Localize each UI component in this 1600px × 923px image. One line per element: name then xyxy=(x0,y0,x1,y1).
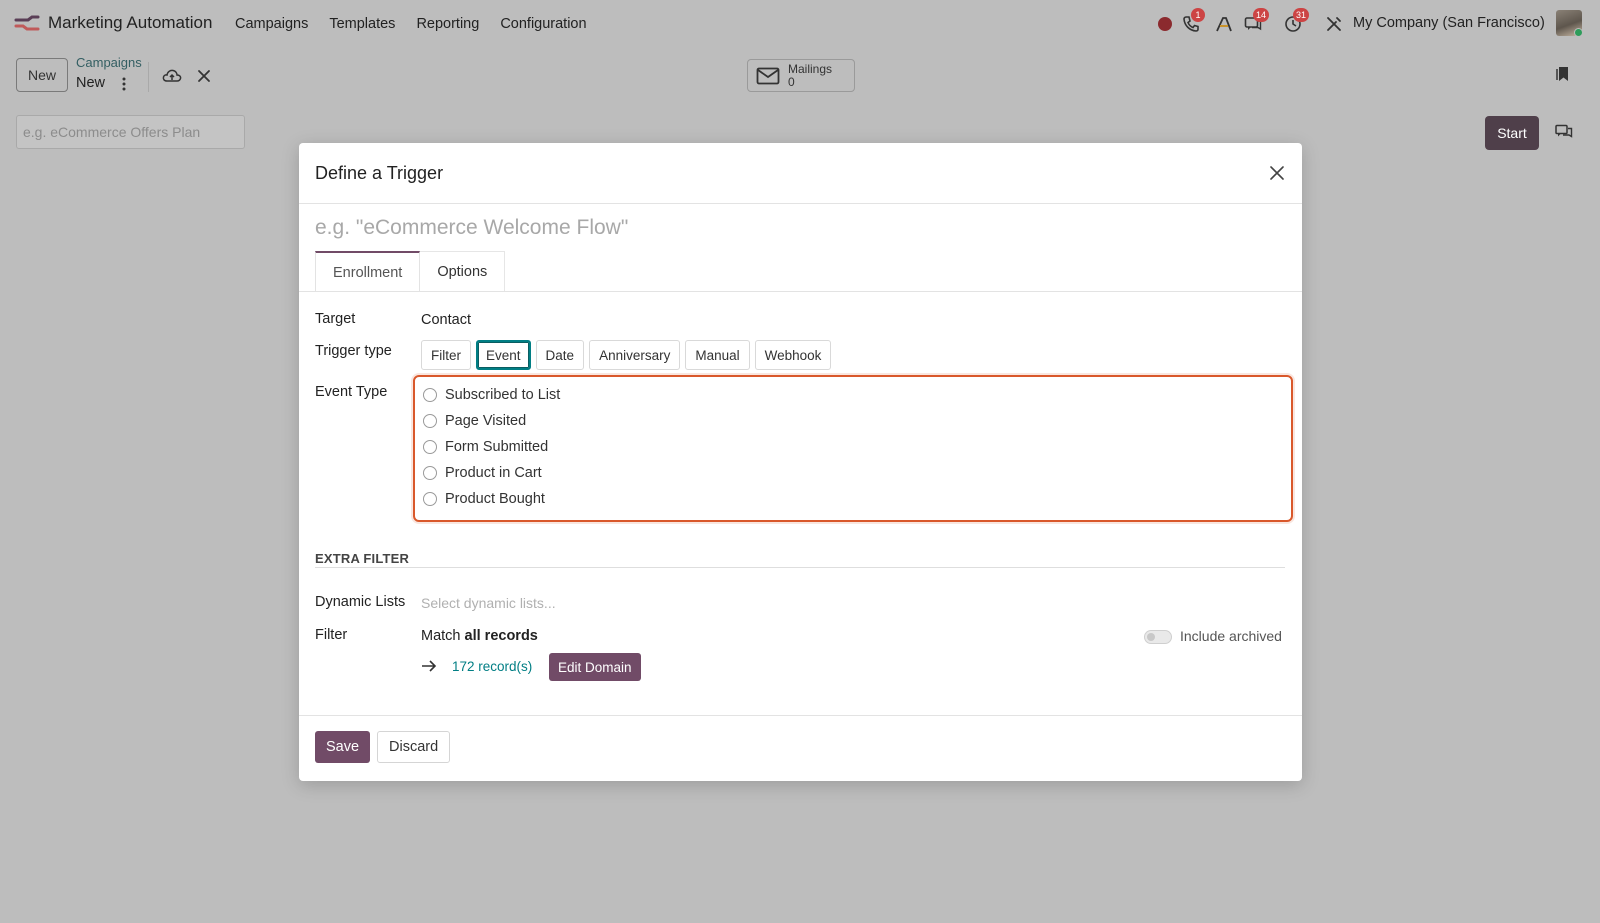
chatter-icon[interactable] xyxy=(1555,124,1573,140)
radio-button[interactable] xyxy=(423,388,437,402)
menu-item-reporting[interactable]: Reporting xyxy=(416,16,479,32)
menu-item-campaigns[interactable]: Campaigns xyxy=(235,16,308,32)
dynamic-lists-input[interactable]: Select dynamic lists... xyxy=(421,595,556,611)
section-divider xyxy=(315,567,1285,568)
messages-badge: 14 xyxy=(1253,8,1270,22)
event-option-product-in-cart[interactable]: Product in Cart xyxy=(423,463,542,483)
domain-summary: Match all records xyxy=(421,628,538,644)
define-trigger-dialog: Define a Trigger Enrollment Options Targ… xyxy=(299,143,1302,781)
tools-icon[interactable] xyxy=(1324,14,1344,34)
match-scope: all records xyxy=(464,628,538,644)
trigger-type-selector: Filter Event Date Anniversary Manual Web… xyxy=(421,340,832,370)
phone-badge: 1 xyxy=(1191,8,1205,22)
online-status-dot xyxy=(1574,28,1583,37)
breadcrumb-campaigns[interactable]: Campaigns xyxy=(76,55,142,70)
ai-icon[interactable] xyxy=(1214,14,1234,34)
save-cloud-icon[interactable] xyxy=(162,68,182,84)
include-archived-toggle[interactable] xyxy=(1144,630,1172,644)
trigger-type-date[interactable]: Date xyxy=(535,340,585,370)
trigger-type-webhook[interactable]: Webhook xyxy=(754,340,832,370)
event-option-form-submitted[interactable]: Form Submitted xyxy=(423,437,548,457)
breadcrumb-current: New xyxy=(76,75,106,91)
activities-badge: 31 xyxy=(1293,8,1310,22)
trigger-type-manual[interactable]: Manual xyxy=(685,340,750,370)
new-record-button[interactable]: New xyxy=(16,58,68,92)
menu-item-configuration[interactable]: Configuration xyxy=(500,16,586,32)
arrow-right-icon xyxy=(422,660,437,672)
dialog-header: Define a Trigger xyxy=(299,143,1302,204)
mailings-smart-button[interactable]: Mailings 0 xyxy=(747,59,855,92)
start-button[interactable]: Start xyxy=(1485,116,1539,150)
dynamic-lists-label: Dynamic Lists xyxy=(315,594,406,610)
trigger-type-filter[interactable]: Filter xyxy=(421,340,471,370)
dialog-title: Define a Trigger xyxy=(315,163,444,183)
target-label: Target xyxy=(315,311,356,327)
extra-filter-title: EXTRA FILTER xyxy=(315,551,410,566)
control-divider xyxy=(148,62,149,92)
include-archived-label: Include archived xyxy=(1180,628,1282,644)
radio-button[interactable] xyxy=(423,440,437,454)
event-option-label: Product in Cart xyxy=(445,465,542,481)
menu-item-templates[interactable]: Templates xyxy=(329,16,395,32)
radio-button[interactable] xyxy=(423,466,437,480)
messages-icon[interactable]: 14 xyxy=(1243,8,1270,34)
save-button[interactable]: Save xyxy=(315,731,371,763)
target-value: Contact xyxy=(421,312,471,328)
edit-domain-button[interactable]: Edit Domain xyxy=(549,653,641,681)
event-option-subscribed[interactable]: Subscribed to List xyxy=(423,385,560,405)
dialog-tabs: Enrollment Options xyxy=(315,251,506,291)
event-option-label: Subscribed to List xyxy=(445,387,561,403)
footer-divider xyxy=(299,715,1302,716)
campaign-name-input[interactable] xyxy=(16,115,245,149)
event-type-label: Event Type xyxy=(315,384,388,400)
main-menu: Campaigns Templates Reporting Configurat… xyxy=(235,16,587,32)
app-name[interactable]: Marketing Automation xyxy=(48,13,212,33)
phone-icon[interactable]: 1 xyxy=(1181,8,1205,34)
discard-changes-icon[interactable] xyxy=(197,69,211,83)
tabs-divider xyxy=(299,291,1302,292)
event-option-label: Page Visited xyxy=(445,413,527,429)
envelope-icon xyxy=(756,67,780,84)
record-status-icon[interactable] xyxy=(1155,14,1175,34)
trigger-type-anniversary[interactable]: Anniversary xyxy=(589,340,681,370)
mailings-label: Mailings xyxy=(788,61,833,76)
records-count-link[interactable]: 172 record(s) xyxy=(452,659,532,674)
company-switcher[interactable]: My Company (San Francisco) xyxy=(1353,15,1545,31)
trigger-name-input[interactable] xyxy=(315,211,1285,245)
actions-menu-icon[interactable] xyxy=(120,76,128,92)
trigger-type-label: Trigger type xyxy=(315,343,392,359)
tab-options[interactable]: Options xyxy=(419,251,506,291)
match-prefix: Match xyxy=(421,628,461,644)
bookmark-icon[interactable] xyxy=(1556,66,1570,82)
top-navbar: Marketing Automation Campaigns Templates… xyxy=(0,0,1600,48)
radio-button[interactable] xyxy=(423,492,437,506)
trigger-type-event[interactable]: Event xyxy=(476,340,531,370)
event-option-product-bought[interactable]: Product Bought xyxy=(423,489,545,509)
close-icon[interactable] xyxy=(1269,165,1285,181)
event-type-radio-group: Subscribed to List Page Visited Form Sub… xyxy=(413,375,1293,522)
event-option-page-visited[interactable]: Page Visited xyxy=(423,411,526,431)
activities-clock-icon[interactable]: 31 xyxy=(1283,8,1310,34)
mailings-count: 0 xyxy=(788,74,795,89)
toggle-knob xyxy=(1147,633,1155,641)
discard-button[interactable]: Discard xyxy=(377,731,451,763)
filter-label: Filter xyxy=(315,627,348,643)
app-logo-icon[interactable] xyxy=(14,14,40,32)
event-option-label: Product Bought xyxy=(445,491,545,507)
event-option-label: Form Submitted xyxy=(445,439,549,455)
tab-enrollment[interactable]: Enrollment xyxy=(315,251,421,291)
radio-button[interactable] xyxy=(423,414,437,428)
